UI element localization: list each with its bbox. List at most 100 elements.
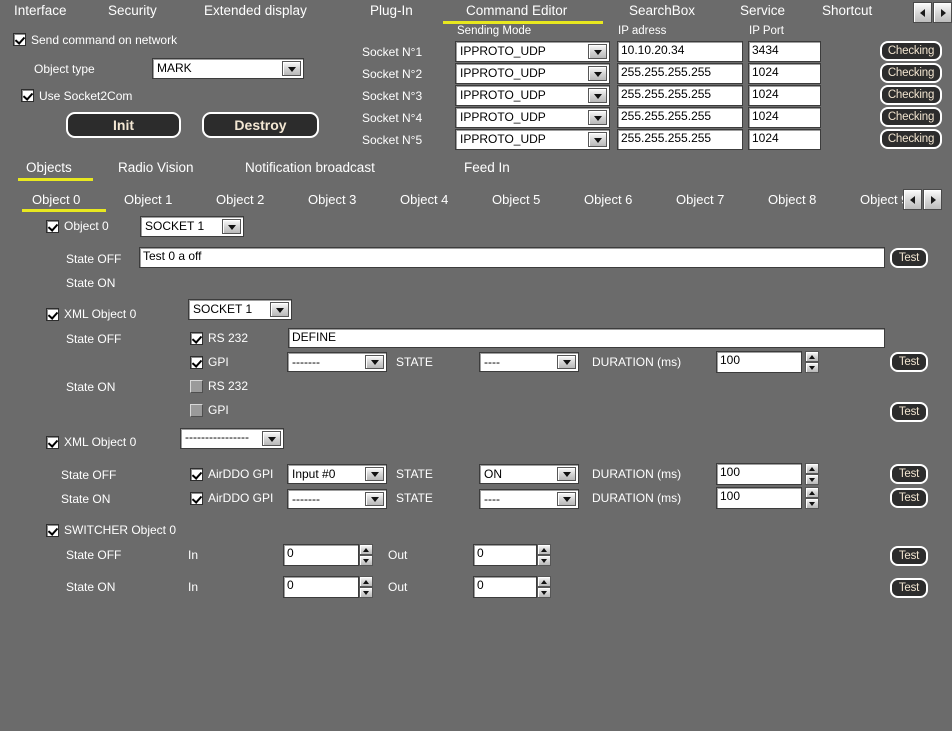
object-tab-9[interactable]: Object 9 <box>860 192 904 207</box>
socket-3-port-input[interactable]: 1024 <box>748 85 821 106</box>
chevron-down-icon[interactable] <box>365 492 384 506</box>
chevron-down-icon[interactable] <box>262 431 281 446</box>
chevron-down-icon[interactable] <box>270 302 289 317</box>
tab-security[interactable]: Security <box>108 3 157 18</box>
switcher-off-out-input[interactable]: 0 <box>473 544 537 566</box>
xml-object-0-off-duration-input[interactable]: 100 <box>716 351 802 373</box>
xml-object-0-b-on-gpi-checkbox[interactable] <box>190 492 203 505</box>
top-nav-scroll-right-button[interactable] <box>933 2 952 23</box>
socket-5-ip-input[interactable]: 255.255.255.255 <box>617 129 743 150</box>
socket-5-mode-combobox[interactable]: IPPROTO_UDP <box>455 129 610 150</box>
xml-object-0-off-gpi-checkbox[interactable] <box>190 356 203 369</box>
xml-object-0-on-gpi-checkbox[interactable] <box>190 404 203 417</box>
chevron-down-icon[interactable] <box>588 44 607 59</box>
xml-object-0-b-off-duration-input[interactable]: 100 <box>716 463 802 485</box>
switcher-off-test-button[interactable]: Test <box>890 546 928 566</box>
switcher-on-test-button[interactable]: Test <box>890 578 928 598</box>
chevron-down-icon[interactable] <box>365 467 384 481</box>
xml-object-0-b-on-duration-spinner[interactable] <box>805 487 819 509</box>
socket-3-checking-button[interactable]: Checking <box>880 85 942 105</box>
chevron-down-icon[interactable] <box>588 88 607 103</box>
socket-4-checking-button[interactable]: Checking <box>880 107 942 127</box>
switcher-on-out-input[interactable]: 0 <box>473 576 537 598</box>
xml-object-0-on-rs232-checkbox[interactable] <box>190 380 203 393</box>
object-tabs-scroll-right-button[interactable] <box>923 189 942 210</box>
spinner-down-icon[interactable] <box>805 498 819 509</box>
xml-object-0-off-test-button[interactable]: Test <box>890 352 928 372</box>
socket-2-mode-combobox[interactable]: IPPROTO_UDP <box>455 63 610 84</box>
tab-command-editor[interactable]: Command Editor <box>466 3 567 18</box>
object-tab-6[interactable]: Object 6 <box>584 192 632 207</box>
spinner-down-icon[interactable] <box>359 587 373 598</box>
switcher-off-in-input[interactable]: 0 <box>283 544 359 566</box>
xml-object-0-off-rs232-input[interactable]: DEFINE <box>288 328 885 348</box>
spinner-down-icon[interactable] <box>359 555 373 566</box>
object-0-state-off-input[interactable]: Test 0 a off <box>139 247 885 268</box>
object-tab-2[interactable]: Object 2 <box>216 192 264 207</box>
xml-object-0-socket-combobox[interactable]: SOCKET 1 <box>188 299 292 320</box>
object-tab-1[interactable]: Object 1 <box>124 192 172 207</box>
socket-5-checking-button[interactable]: Checking <box>880 129 942 149</box>
socket-2-port-input[interactable]: 1024 <box>748 63 821 84</box>
xml-object-0-b-off-duration-spinner[interactable] <box>805 463 819 485</box>
spinner-up-icon[interactable] <box>537 576 551 587</box>
xml-object-0-b-on-gpi-port-combobox[interactable]: ------- <box>287 489 387 509</box>
xml-object-0-b-off-gpi-port-combobox[interactable]: Input #0 <box>287 464 387 484</box>
spinner-up-icon[interactable] <box>359 544 373 555</box>
send-command-on-network-checkbox[interactable] <box>13 33 26 46</box>
socket-3-ip-input[interactable]: 255.255.255.255 <box>617 85 743 106</box>
xml-object-0-b-off-gpi-checkbox[interactable] <box>190 468 203 481</box>
tab-extended-display[interactable]: Extended display <box>204 3 307 18</box>
tab-plug-in[interactable]: Plug-In <box>370 3 413 18</box>
spinner-up-icon[interactable] <box>537 544 551 555</box>
socket-1-port-input[interactable]: 3434 <box>748 41 821 62</box>
switcher-on-in-spinner[interactable] <box>359 576 373 598</box>
xml-object-0-b-off-test-button[interactable]: Test <box>890 464 928 484</box>
xml-object-0-enable-checkbox[interactable] <box>46 308 59 321</box>
switcher-on-out-spinner[interactable] <box>537 576 551 598</box>
xml-object-0-b-off-state-combobox[interactable]: ON <box>479 464 579 484</box>
chevron-down-icon[interactable] <box>588 132 607 147</box>
spinner-up-icon[interactable] <box>359 576 373 587</box>
xml-object-0-off-duration-spinner[interactable] <box>805 351 819 373</box>
use-socket2com-checkbox[interactable] <box>21 89 34 102</box>
tab-shortcut[interactable]: Shortcut <box>822 3 872 18</box>
tab-searchbox[interactable]: SearchBox <box>629 3 695 18</box>
object-tabs-scroll-left-button[interactable] <box>903 189 922 210</box>
chevron-down-icon[interactable] <box>222 219 241 234</box>
chevron-down-icon[interactable] <box>557 467 576 481</box>
chevron-down-icon[interactable] <box>557 492 576 506</box>
xml-object-0-off-state-combobox[interactable]: ---- <box>479 352 579 372</box>
object-tab-5[interactable]: Object 5 <box>492 192 540 207</box>
object-tab-4[interactable]: Object 4 <box>400 192 448 207</box>
xml-object-0-b-on-duration-input[interactable]: 100 <box>716 487 802 509</box>
chevron-down-icon[interactable] <box>588 110 607 125</box>
init-button[interactable]: Init <box>66 112 181 138</box>
object-type-combobox[interactable]: MARK <box>152 58 304 79</box>
object-tab-3[interactable]: Object 3 <box>308 192 356 207</box>
xml-object-0-on-test-button[interactable]: Test <box>890 402 928 422</box>
spinner-down-icon[interactable] <box>805 474 819 485</box>
chevron-down-icon[interactable] <box>365 355 384 369</box>
chevron-down-icon[interactable] <box>557 355 576 369</box>
socket-4-mode-combobox[interactable]: IPPROTO_UDP <box>455 107 610 128</box>
destroy-button[interactable]: Destroy <box>202 112 319 138</box>
spinner-up-icon[interactable] <box>805 351 819 362</box>
tab-interface[interactable]: Interface <box>14 3 67 18</box>
xml-object-0-b-socket-combobox[interactable]: ---------------- <box>180 428 284 449</box>
object-tab-0[interactable]: Object 0 <box>32 192 80 207</box>
xml-object-0-off-rs232-checkbox[interactable] <box>190 332 203 345</box>
socket-3-mode-combobox[interactable]: IPPROTO_UDP <box>455 85 610 106</box>
top-nav-scroll-left-button[interactable] <box>913 2 932 23</box>
object-tab-7[interactable]: Object 7 <box>676 192 724 207</box>
switcher-object-0-enable-checkbox[interactable] <box>46 524 59 537</box>
socket-1-ip-input[interactable]: 10.10.20.34 <box>617 41 743 62</box>
switcher-off-in-spinner[interactable] <box>359 544 373 566</box>
tab-service[interactable]: Service <box>740 3 785 18</box>
object-0-socket-combobox[interactable]: SOCKET 1 <box>140 216 244 237</box>
socket-1-mode-combobox[interactable]: IPPROTO_UDP <box>455 41 610 62</box>
section-tab-objects[interactable]: Objects <box>26 160 72 175</box>
switcher-on-in-input[interactable]: 0 <box>283 576 359 598</box>
chevron-down-icon[interactable] <box>282 61 301 76</box>
chevron-down-icon[interactable] <box>588 66 607 81</box>
